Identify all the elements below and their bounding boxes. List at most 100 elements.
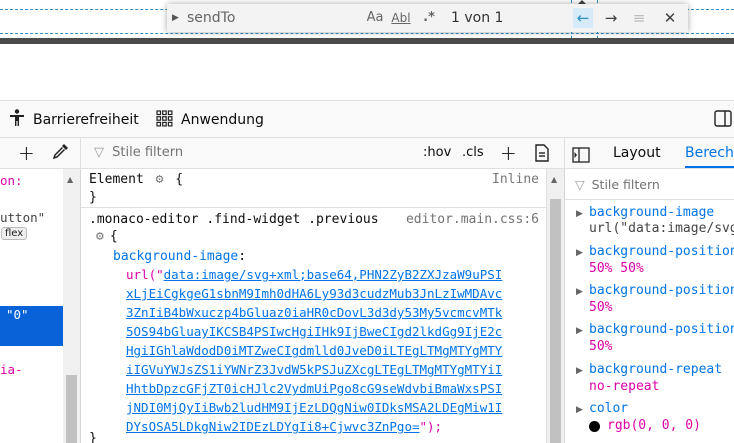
- next-match-button[interactable]: →: [601, 8, 621, 28]
- filter-icon: ▽: [94, 145, 104, 160]
- inspector-toolbar: + ▽ Stile filtern :hov .cls + Layout Ber…: [0, 138, 734, 169]
- find-widget: ▶ sendTo Aa Abl .* 1 von 1 ← → ≡ ✕: [167, 4, 688, 32]
- markup-line: "0": [6, 307, 29, 322]
- scroll-up-icon: ▲: [67, 175, 74, 184]
- url-line: 5OS94bGluayIKCSB4PSIwcHgiIHk9IjBweCIgd2l…: [126, 324, 503, 339]
- markup-scrollbar[interactable]: ▲: [63, 169, 80, 443]
- computed-prop-name: background-position: [589, 322, 734, 337]
- markup-line: on:: [0, 173, 23, 188]
- url-line: data:image/svg+xml;base64,PHN2ZyB2ZXJzaW…: [163, 267, 503, 282]
- add-rule-button[interactable]: +: [500, 138, 517, 168]
- divider: [565, 199, 734, 200]
- computed-prop-value: 50%: [589, 339, 613, 354]
- eyedropper-icon: [52, 144, 68, 160]
- computed-prop-value: no-repeat: [589, 379, 660, 394]
- pseudo-class-toggle[interactable]: :hov: [423, 138, 451, 168]
- computed-prop-value: url("data:image/svg: [589, 221, 734, 236]
- computed-prop-name: background-position: [589, 244, 734, 259]
- url-prefix: url(": [126, 267, 164, 282]
- tab-application[interactable]: Anwendung: [156, 101, 264, 137]
- property-name[interactable]: background-image:: [113, 249, 246, 264]
- expand-icon[interactable]: ▶: [576, 326, 583, 336]
- regex-toggle[interactable]: .*: [419, 8, 439, 28]
- scrollbar-thumb[interactable]: [66, 375, 77, 443]
- tab-label: Barrierefreiheit: [33, 112, 139, 128]
- close-icon: ✕: [663, 9, 677, 27]
- devtools-tab-bar: Barrierefreiheit Anwendung: [0, 101, 734, 138]
- computed-filter-input[interactable]: Stile filtern: [592, 177, 660, 192]
- open-brace: {: [109, 229, 118, 244]
- gear-icon[interactable]: ⚙: [96, 229, 104, 244]
- computed-filter[interactable]: ▽ Stile filtern: [575, 177, 660, 192]
- document-icon: [535, 144, 549, 162]
- plus-icon: +: [500, 141, 517, 165]
- rule-source-link[interactable]: editor.main.css:6: [406, 212, 539, 227]
- expand-icon[interactable]: ▶: [576, 209, 583, 219]
- divider: [80, 138, 81, 168]
- element-rule-selector: Element ⚙ {: [89, 172, 183, 187]
- open-brace: {: [175, 172, 184, 187]
- rule-selector[interactable]: .monaco-editor .find-widget .previous: [89, 212, 379, 227]
- url-line: xLjEiCgkgeG1sbnM9Imh0dHA6Ly93d3cudzMub3J…: [126, 286, 503, 301]
- tab-label: Anwendung: [181, 112, 264, 128]
- add-node-button[interactable]: +: [18, 138, 35, 168]
- toggle-replace-chevron-icon[interactable]: ▶: [172, 9, 180, 27]
- property-value[interactable]: url("data:image/svg+xml;base64,PHN2ZyB2Z…: [126, 267, 502, 282]
- url-line: iIGVuYWJsZS1iYWNrZ3JvdW5kPSJuZXcgLTEgLTM…: [126, 362, 503, 377]
- previous-match-button[interactable]: ←: [573, 8, 593, 28]
- accessibility-icon: [9, 101, 25, 137]
- eyedropper-button[interactable]: [52, 142, 70, 172]
- filter-input[interactable]: Stile filtern: [112, 145, 183, 160]
- rules-filter[interactable]: ▽ Stile filtern: [94, 138, 183, 168]
- application-grid-icon: [156, 101, 173, 137]
- match-count: 1 von 1: [451, 10, 504, 26]
- url-line: DYsOSA5LDkgNiw2IDEzLDYgIi8+Cjwvc3ZnPgo=: [126, 419, 420, 434]
- computed-prop-name: background-image: [589, 205, 715, 220]
- computed-prop-name: background-repeat: [589, 362, 723, 377]
- expand-icon[interactable]: ▶: [576, 405, 583, 415]
- url-suffix: ");: [419, 419, 443, 434]
- editor-blank-area: [0, 44, 734, 101]
- rules-scrollbar[interactable]: ▲: [546, 169, 564, 443]
- guide-line: [0, 33, 734, 34]
- flex-badge[interactable]: flex: [1, 227, 28, 240]
- whole-word-toggle[interactable]: Abl: [391, 8, 411, 28]
- sidebar-layout-icon: [714, 110, 732, 127]
- url-last-line: DYsOSA5LDkgNiw2IDEzLDYgIi8+Cjwvc3ZnPgo="…: [126, 419, 442, 434]
- filter-icon: ▽: [575, 177, 585, 192]
- close-find-button[interactable]: ✕: [660, 8, 680, 28]
- computed-prop-value: rgb(0, 0, 0): [607, 418, 701, 433]
- scroll-up-icon: ▲: [551, 175, 558, 184]
- markup-line: utton": [0, 210, 46, 225]
- match-case-toggle[interactable]: Aa: [365, 8, 385, 28]
- arrow-right-icon: →: [604, 9, 618, 27]
- element-label: Element: [89, 172, 144, 187]
- scrollbar-thumb[interactable]: [550, 199, 561, 443]
- toggle-sidebar-button[interactable]: [714, 110, 732, 131]
- url-line: jNDI0MjQyIiBwb2ludHM9IjEzLDQgNiw0IDksMSA…: [126, 400, 503, 415]
- computed-prop-value: 50% 50%: [589, 261, 644, 276]
- selection-lines-icon: ≡: [632, 9, 646, 27]
- computed-panel: ▽ Stile filtern ▶ background-image url("…: [564, 169, 734, 443]
- close-brace: }: [89, 190, 97, 205]
- color-swatch[interactable]: [589, 421, 600, 432]
- expand-icon[interactable]: ▶: [576, 287, 583, 297]
- rule-open: ⚙{: [96, 229, 118, 244]
- expand-icon[interactable]: ▶: [576, 248, 583, 258]
- computed-prop-name: color: [589, 401, 629, 416]
- find-in-selection-button[interactable]: ≡: [629, 8, 649, 28]
- tab-layout[interactable]: Layout: [613, 138, 661, 168]
- divider: [81, 207, 546, 208]
- url-line: 3ZnIiB4bWxuczp4bGluaz0iaHR0cDovL3d3dy53M…: [126, 305, 503, 320]
- inline-source-label: Inline: [492, 172, 539, 187]
- arrow-left-icon: ←: [576, 9, 590, 27]
- gear-icon[interactable]: ⚙: [156, 172, 164, 187]
- rules-panel: Element ⚙ { Inline } .monaco-editor .fin…: [81, 169, 546, 443]
- class-toggle[interactable]: .cls: [462, 138, 484, 168]
- tab-accessibility[interactable]: Barrierefreiheit: [9, 101, 139, 137]
- url-line: HhtbDpzcGFjZT0icHJlc2VydmUiPgo8cG9seWdvb…: [126, 381, 503, 396]
- selected-markup-row[interactable]: "0": [0, 306, 63, 346]
- tab-computed[interactable]: Berechn: [685, 138, 734, 168]
- expand-icon[interactable]: ▶: [576, 366, 583, 376]
- url-line: HgiIGhlaWdodD0iMTZweCIgdmlld0JveD0iLTEgL…: [126, 343, 503, 358]
